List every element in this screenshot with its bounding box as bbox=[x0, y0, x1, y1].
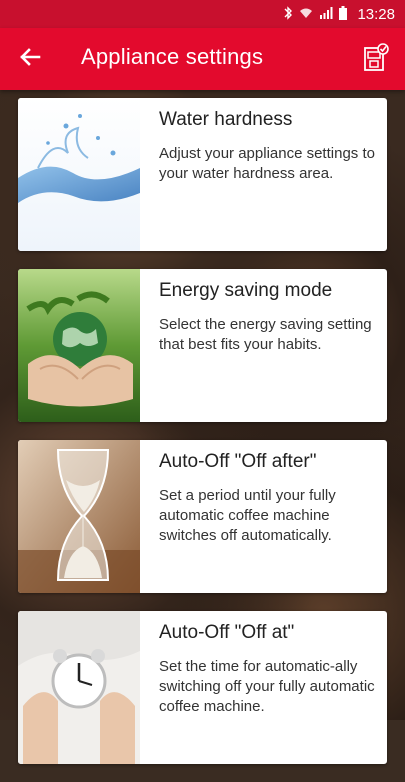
card-title: Auto-Off "Off at" bbox=[159, 622, 295, 643]
settings-list: Water hardness Adjust your appliance set… bbox=[18, 98, 387, 782]
appliance-settings-button[interactable] bbox=[359, 42, 393, 76]
bluetooth-icon bbox=[283, 5, 293, 23]
card-description: Set the time for automatic-ally switchin… bbox=[159, 658, 375, 715]
battery-icon bbox=[339, 5, 348, 23]
wifi-icon bbox=[299, 6, 313, 22]
arrow-left-icon bbox=[19, 47, 41, 71]
energy-saving-card[interactable]: Energy saving mode Select the energy sav… bbox=[18, 269, 387, 422]
back-button[interactable] bbox=[10, 41, 50, 77]
appliance-settings-icon bbox=[362, 42, 390, 77]
hands-holding-globe-image bbox=[18, 269, 140, 422]
water-splash-image bbox=[18, 98, 140, 251]
hourglass-image bbox=[18, 440, 140, 593]
signal-icon bbox=[319, 6, 333, 22]
page-title: Appliance settings bbox=[81, 44, 264, 69]
card-description: Adjust your appliance settings to your w… bbox=[159, 145, 375, 182]
status-time: 13:28 bbox=[357, 5, 395, 23]
card-title: Auto-Off "Off after" bbox=[159, 451, 317, 472]
auto-off-at-card[interactable]: Auto-Off "Off at" Set the time for autom… bbox=[18, 611, 387, 764]
card-title: Water hardness bbox=[159, 109, 293, 130]
card-description: Set a period until your fully automatic … bbox=[159, 487, 336, 544]
card-description: Select the energy saving setting that be… bbox=[159, 316, 372, 353]
alarm-clock-image bbox=[18, 611, 140, 764]
auto-off-after-card[interactable]: Auto-Off "Off after" Set a period until … bbox=[18, 440, 387, 593]
app-bar: Appliance settings bbox=[0, 28, 405, 90]
status-bar: 13:28 bbox=[0, 0, 405, 28]
card-title: Energy saving mode bbox=[159, 280, 333, 301]
water-hardness-card[interactable]: Water hardness Adjust your appliance set… bbox=[18, 98, 387, 251]
